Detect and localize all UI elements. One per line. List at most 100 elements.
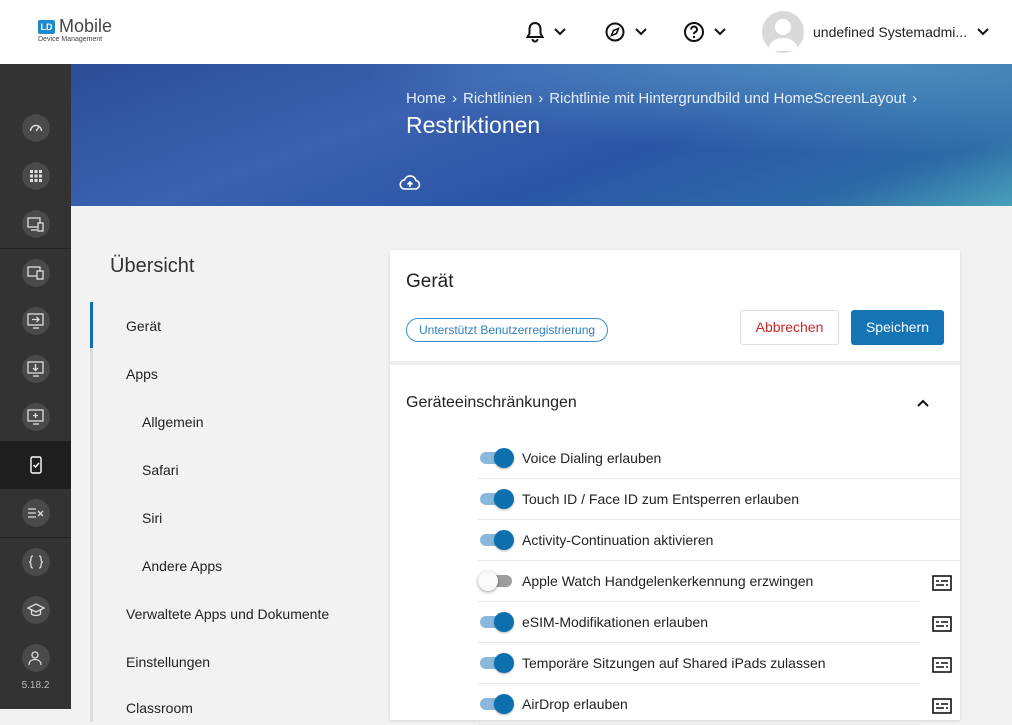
- row-info-button[interactable]: [932, 575, 952, 596]
- section-title: Geräteeinschränkungen: [406, 394, 577, 411]
- restriction-toggle[interactable]: [478, 612, 514, 632]
- device-card: Gerät Unterstützt Benutzerregistrierung …: [390, 250, 960, 725]
- overview-item-einstellungen[interactable]: Einstellungen: [126, 654, 210, 670]
- breadcrumb-separator: ›: [452, 90, 458, 107]
- device-star-icon: [26, 217, 44, 232]
- breadcrumb-separator: ›: [538, 90, 544, 107]
- sidebar-item-device-profiles[interactable]: [0, 200, 71, 248]
- user-group-icon: [27, 651, 42, 666]
- restriction-label: Activity-Continuation aktivieren: [522, 532, 714, 548]
- apps-grid-icon: [29, 170, 42, 182]
- user-enrollment-badge: Unterstützt Benutzerregistrierung: [406, 318, 609, 342]
- overview-nav: Übersicht Gerät Apps Allgemein Safari Si…: [71, 206, 390, 722]
- breadcrumb-home[interactable]: Home: [406, 90, 446, 107]
- overview-item-geraet[interactable]: Gerät: [126, 318, 161, 334]
- sidebar-item-devices[interactable]: [0, 249, 71, 297]
- help-menu[interactable]: [683, 20, 727, 44]
- info-box-icon: [932, 657, 952, 673]
- sidebar-item-monitor[interactable]: [0, 393, 71, 441]
- row-info-button[interactable]: [932, 657, 952, 678]
- overview-item-apps[interactable]: Apps: [126, 366, 158, 382]
- restriction-toggle[interactable]: [478, 489, 514, 509]
- help-icon: [684, 22, 704, 42]
- dashboard-icon: [29, 124, 42, 132]
- school-icon: [26, 603, 45, 617]
- restriction-label: AirDrop erlauben: [522, 696, 628, 712]
- breadcrumb: Home › Richtlinien › Richtlinie mit Hintergr…: [406, 90, 923, 107]
- restriction-row: Touch ID / Face ID zum Entsperren erlaub…: [478, 479, 960, 520]
- sidebar-item-school[interactable]: [0, 586, 71, 634]
- sidebar-item-scripts[interactable]: [0, 538, 71, 586]
- sidebar-item-downloads[interactable]: [0, 345, 71, 393]
- screen-arrow-icon: [26, 313, 44, 329]
- restriction-label: Touch ID / Face ID zum Entsperren erlaub…: [522, 491, 800, 507]
- overview-item-siri[interactable]: Siri: [142, 510, 162, 526]
- restriction-row: eSIM-Modifikationen erlauben: [478, 602, 960, 643]
- overview-item-allgemein[interactable]: Allgemein: [142, 414, 203, 430]
- restriction-toggle[interactable]: [478, 448, 514, 468]
- notifications-menu[interactable]: [525, 20, 567, 44]
- sidebar-rail: 5.18.2: [0, 64, 71, 709]
- toggle-knob: [494, 448, 514, 468]
- restriction-label: Apple Watch Handgelenkerkennung erzwinge…: [522, 573, 814, 589]
- overview-item-verwaltete-apps[interactable]: Verwaltete Apps und Dokumente: [126, 606, 329, 622]
- breadcrumb-policy[interactable]: Richtlinie mit Hintergrundbild und HomeS…: [549, 90, 906, 107]
- phone-check-icon: [29, 456, 42, 474]
- logo-subtitle: Device Management: [38, 36, 103, 43]
- row-info-button[interactable]: [932, 616, 952, 637]
- toggle-knob: [494, 530, 514, 550]
- restriction-label: Voice Dialing erlauben: [522, 450, 662, 466]
- restriction-toggle[interactable]: [478, 571, 514, 591]
- sidebar-item-screens[interactable]: [0, 297, 71, 345]
- card-title: Gerät: [406, 271, 454, 292]
- restriction-row: Activity-Continuation aktivieren: [478, 520, 960, 561]
- user-name[interactable]: undefined Systemadmi...: [813, 24, 967, 40]
- sidebar-item-users[interactable]: [0, 634, 71, 682]
- overview-track: [90, 302, 93, 722]
- restriction-row: AirDrop erlauben: [478, 684, 960, 725]
- page-banner: Home › Richtlinien › Richtlinie mit Hintergr…: [71, 64, 1012, 206]
- toggle-knob: [478, 571, 498, 591]
- compass-icon: [605, 22, 625, 42]
- cloud-upload-icon: [399, 175, 421, 190]
- cloud-upload-button[interactable]: [399, 175, 421, 196]
- logo-mark: LD: [38, 20, 55, 34]
- info-box-icon: [932, 616, 952, 632]
- collapse-section-button[interactable]: [916, 395, 930, 413]
- restriction-label: eSIM-Modifikationen erlauben: [522, 614, 708, 630]
- monitor-plus-icon: [26, 409, 44, 425]
- explore-menu[interactable]: [604, 20, 648, 44]
- overview-item-safari[interactable]: Safari: [142, 462, 179, 478]
- restriction-row: Temporäre Sitzungen auf Shared iPads zul…: [478, 643, 960, 684]
- sidebar-item-apps[interactable]: [0, 152, 71, 200]
- sidebar-item-compliance[interactable]: [0, 489, 71, 537]
- devices-icon: [26, 266, 44, 280]
- cancel-button[interactable]: Abbrechen: [740, 310, 839, 345]
- chevron-down-icon: [714, 28, 726, 36]
- bell-icon: [525, 21, 545, 43]
- user-menu-toggle[interactable]: [976, 24, 990, 42]
- info-box-icon: [932, 575, 952, 591]
- overview-item-classroom[interactable]: Classroom: [126, 700, 193, 716]
- toggle-knob: [494, 653, 514, 673]
- toggle-knob: [494, 612, 514, 632]
- restriction-row: Apple Watch Handgelenkerkennung erzwinge…: [478, 561, 960, 602]
- overview-item-andere-apps[interactable]: Andere Apps: [142, 558, 222, 574]
- braces-icon: [28, 555, 43, 569]
- page-title: Restriktionen: [406, 112, 541, 138]
- avatar[interactable]: [762, 11, 804, 53]
- info-box-icon: [932, 698, 952, 714]
- card-divider: [390, 361, 960, 365]
- chevron-up-icon: [917, 399, 929, 407]
- sidebar-item-policies[interactable]: [0, 441, 71, 489]
- logo-title: Mobile: [59, 16, 113, 36]
- breadcrumb-separator: ›: [912, 90, 918, 107]
- sidebar-item-dashboard[interactable]: [0, 104, 71, 152]
- restriction-toggle[interactable]: [478, 530, 514, 550]
- breadcrumb-policies[interactable]: Richtlinien: [463, 90, 532, 107]
- save-button[interactable]: Speichern: [851, 310, 944, 345]
- overview-title: Übersicht: [110, 255, 195, 277]
- user-silhouette-icon: [768, 19, 798, 51]
- restriction-toggle[interactable]: [478, 694, 514, 714]
- restriction-toggle[interactable]: [478, 653, 514, 673]
